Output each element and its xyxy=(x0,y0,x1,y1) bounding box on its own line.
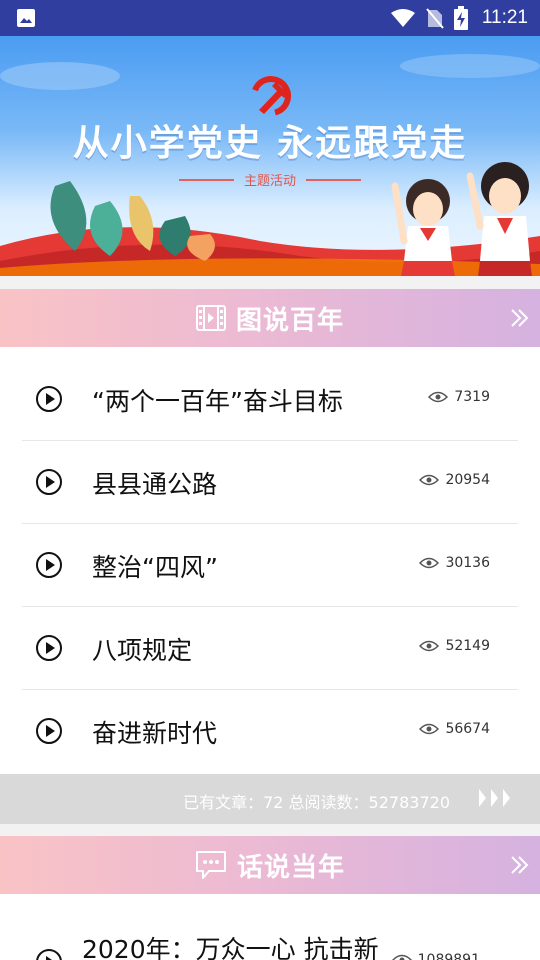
banner[interactable]: 从小学党史 永远跟党走 主题活动 xyxy=(0,36,540,276)
battery-charging-icon xyxy=(453,6,468,30)
play-circle-icon xyxy=(36,552,62,578)
view-count: 1089891 xyxy=(391,952,480,960)
banner-subtitle-row: 主题活动 xyxy=(0,170,540,189)
banner-title: 从小学党史 永远跟党走 xyxy=(72,123,468,164)
eye-icon xyxy=(391,954,412,960)
item-title: 2020年：万众一心 抗击新 xyxy=(82,935,379,960)
status-bar: 11:21 xyxy=(0,0,540,36)
play-circle-icon xyxy=(36,949,62,960)
section-title: 话说当年 xyxy=(236,852,345,883)
list-item[interactable]: 八项规定 52149 xyxy=(22,607,518,690)
chat-bubble-icon xyxy=(195,851,226,879)
view-count-value: 1089891 xyxy=(417,952,480,960)
section-header-tushuo[interactable]: 图说百年 xyxy=(0,289,540,347)
eye-icon xyxy=(419,640,440,652)
eye-icon xyxy=(419,474,440,486)
double-chevron-right-icon[interactable] xyxy=(510,307,530,329)
list-item[interactable]: 奋进新时代 56674 xyxy=(22,690,518,773)
wifi-icon xyxy=(390,9,415,27)
no-sim-icon xyxy=(426,8,444,29)
system-icons: 11:21 xyxy=(390,0,528,36)
item-title: 整治“四风” xyxy=(92,553,218,582)
view-count: 52149 xyxy=(419,638,490,654)
view-count-value: 30136 xyxy=(445,555,490,571)
section-title: 图说百年 xyxy=(235,305,344,336)
item-title: 奋进新时代 xyxy=(92,719,218,748)
play-circle-icon xyxy=(36,386,62,412)
list-item[interactable]: 县县通公路 20954 xyxy=(22,441,518,524)
list-item[interactable]: 整治“四风” 30136 xyxy=(22,524,518,607)
item-title: 县县通公路 xyxy=(92,470,218,499)
play-circle-icon xyxy=(36,635,62,661)
view-count-value: 20954 xyxy=(445,472,490,488)
list-item[interactable]: “两个一百年”奋斗目标 7319 xyxy=(22,358,518,441)
eye-icon xyxy=(428,391,449,403)
article-stats: 已有文章：72 总阅读数：52783720 xyxy=(183,793,450,812)
view-count: 56674 xyxy=(419,721,490,737)
view-count-value: 56674 xyxy=(445,721,490,737)
divider xyxy=(306,178,361,181)
view-count: 30136 xyxy=(419,555,490,571)
article-list: “两个一百年”奋斗目标 7319 县县通公路 20954 整治“四风” 3013… xyxy=(0,347,540,774)
play-circle-icon xyxy=(36,718,62,744)
eye-icon xyxy=(419,557,440,569)
view-count-value: 7319 xyxy=(454,389,490,405)
party-emblem-icon xyxy=(251,76,291,116)
section-header-huashuo[interactable]: 话说当年 xyxy=(0,836,540,894)
eye-icon xyxy=(419,723,440,735)
triple-arrow-right-icon[interactable] xyxy=(478,787,514,809)
play-circle-icon xyxy=(36,469,62,495)
view-count: 7319 xyxy=(428,389,490,405)
item-title: “两个一百年”奋斗目标 xyxy=(92,387,343,416)
film-icon xyxy=(195,305,226,331)
stats-bar[interactable]: 已有文章：72 总阅读数：52783720 xyxy=(0,774,540,824)
section-gap xyxy=(0,824,540,836)
list-item[interactable]: 2020年：万众一心 抗击新 1089891 xyxy=(0,894,540,960)
view-count: 20954 xyxy=(419,472,490,488)
divider xyxy=(178,178,234,181)
item-title: 八项规定 xyxy=(92,636,193,665)
view-count-value: 52149 xyxy=(445,638,490,654)
clock: 11:21 xyxy=(481,7,528,28)
gallery-icon xyxy=(17,9,35,27)
double-chevron-right-icon[interactable] xyxy=(510,854,530,876)
article-list-2: 2020年：万众一心 抗击新 1089891 xyxy=(0,894,540,960)
banner-subtitle: 主题活动 xyxy=(243,174,296,189)
